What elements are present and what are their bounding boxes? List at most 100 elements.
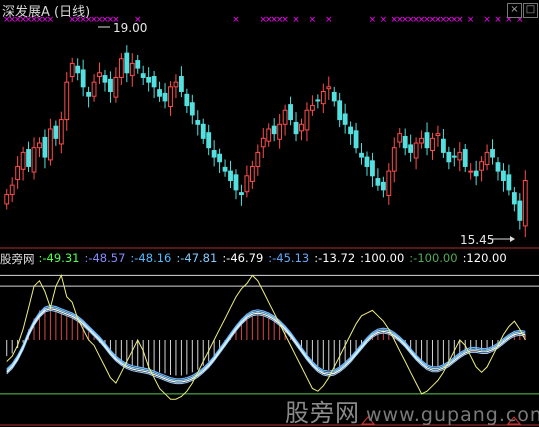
candle-body <box>4 194 10 205</box>
candle-body <box>517 200 523 221</box>
candle-body <box>359 152 364 158</box>
candle-body <box>86 91 92 97</box>
signal-mark: × <box>232 15 240 25</box>
candle-body <box>435 133 441 137</box>
candle-body <box>501 170 506 181</box>
candle-body <box>506 174 512 191</box>
candle-body <box>255 151 261 167</box>
candle-body <box>473 170 479 177</box>
candle-body <box>140 73 146 78</box>
indicator-value-4: :-47.81 <box>176 251 218 265</box>
candle-body <box>211 150 217 158</box>
signal-mark: × <box>456 15 464 25</box>
low-arrow-head <box>510 236 515 242</box>
candle-body <box>304 109 310 131</box>
candle-body <box>326 86 332 90</box>
chart-canvas: ××××××××× ××××××××× × × ××××× × × × × × ××××××××××… <box>0 15 539 426</box>
indicator-value-10: :120.00 <box>462 251 507 265</box>
candle-body <box>162 92 168 102</box>
maximize-button[interactable]: □ <box>523 3 538 18</box>
candle-body <box>113 76 119 98</box>
candle-body <box>244 175 250 193</box>
candle-body <box>75 65 81 74</box>
signal-mark: × <box>369 15 377 25</box>
indicator-value-6: :-45.13 <box>268 251 310 265</box>
osc-line-cyan <box>6 306 526 381</box>
candle-body <box>69 62 75 78</box>
candle-body <box>97 72 102 78</box>
candle-body <box>20 151 26 170</box>
candle-body <box>468 170 474 173</box>
candle-body <box>424 132 430 149</box>
indicator-name: 股旁网 <box>0 252 35 266</box>
candle-body <box>282 109 288 125</box>
candle-body <box>42 136 48 158</box>
candle-body <box>249 165 255 182</box>
candle-body <box>9 184 15 196</box>
low-price-label: 15.45 <box>460 233 495 247</box>
close-button[interactable]: × <box>507 3 522 18</box>
candle-body <box>457 151 463 161</box>
candle-body <box>15 165 21 181</box>
candle-body <box>173 81 179 88</box>
candle-body <box>430 137 435 152</box>
candle-body <box>446 151 452 163</box>
indicator-value-5: :-46.79 <box>222 251 264 265</box>
indicator-values-bar: 股旁网 :-49.31 :-48.57 :-48.16 :-47.81 :-46… <box>0 251 512 267</box>
candle-body <box>386 170 392 196</box>
osc-line-fast <box>6 273 526 400</box>
candle-body <box>522 179 528 227</box>
candle-body <box>331 91 337 102</box>
candle-body <box>320 91 326 105</box>
candle-body <box>146 76 152 83</box>
candle-body <box>380 181 386 191</box>
indicator-value-2: :-48.57 <box>84 251 126 265</box>
candle-body <box>440 138 446 153</box>
candle-body <box>260 137 266 148</box>
candle-body <box>195 120 201 125</box>
signal-mark: × <box>467 15 475 25</box>
candle-body <box>271 125 277 135</box>
candle-body <box>451 155 457 158</box>
signal-mark: × <box>292 15 300 25</box>
indicator-value-7: :-13.72 <box>314 251 356 265</box>
watermark-url: www.gupang.com <box>366 404 539 426</box>
candle-body <box>277 123 283 140</box>
candle-body <box>178 76 184 93</box>
candle-body <box>200 123 206 139</box>
candle-body <box>206 132 212 149</box>
candle-body <box>408 144 414 153</box>
candle-body <box>495 162 501 172</box>
candle-body <box>184 93 190 107</box>
candle-body <box>108 78 113 93</box>
candle-body <box>31 147 37 173</box>
candle-body <box>419 137 424 144</box>
indicator-value-1: :-49.31 <box>38 251 80 265</box>
candle-body <box>299 123 304 132</box>
candle-body <box>239 192 244 196</box>
candle-body <box>47 128 53 161</box>
candle-body <box>370 160 375 177</box>
candle-body <box>189 102 195 116</box>
candle-body <box>353 130 359 149</box>
signal-mark: × <box>309 15 317 25</box>
indicator-value-9: :-100.00 <box>409 251 458 265</box>
candle-body <box>397 133 403 143</box>
candle-body <box>402 135 408 149</box>
candle-body <box>337 100 343 121</box>
candle-body <box>484 151 490 166</box>
candle-body <box>375 178 381 186</box>
candle-body <box>168 86 173 107</box>
candle-body <box>151 76 157 88</box>
candle-body <box>511 192 517 205</box>
signal-mark: × <box>483 15 491 25</box>
osc-line-white <box>6 308 526 383</box>
candle-body <box>315 99 321 102</box>
watermark: 股旁网 www.gupang.com <box>285 393 539 427</box>
candle-body <box>233 174 239 191</box>
candle-body <box>53 125 59 139</box>
candle-body <box>217 153 223 163</box>
high-price-label: 19.00 <box>113 21 148 35</box>
signal-mark: × <box>281 15 289 25</box>
candle-body <box>490 149 495 158</box>
